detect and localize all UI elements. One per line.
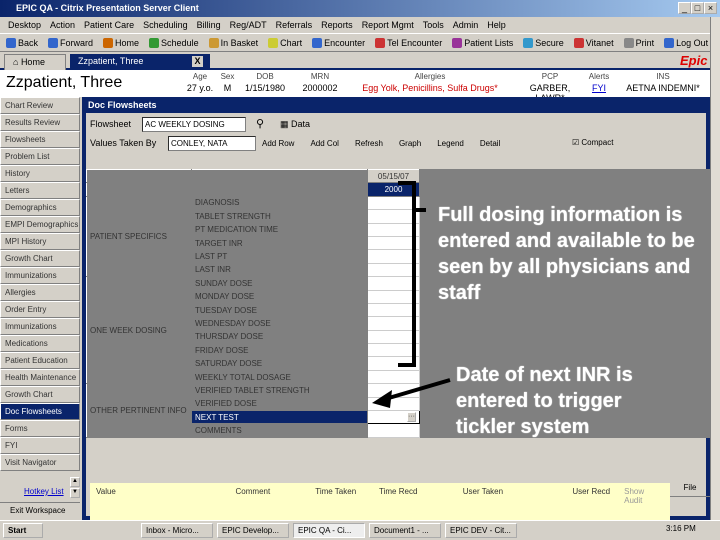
taskbar-item[interactable]: Document1 - ... (369, 523, 441, 538)
taskbar: Start Inbox - Micro... EPIC Develop... EPI… (0, 520, 720, 540)
bracket-marker (398, 181, 416, 367)
start-button[interactable]: Start (3, 523, 43, 538)
quick-launch (47, 523, 137, 538)
arrow-head (372, 390, 392, 408)
taskbar-item[interactable]: EPIC QA - Ci... (293, 523, 365, 538)
annotation-dosing: Full dosing information is entered and a… (438, 204, 695, 304)
taskbar-item[interactable]: EPIC Develop... (217, 523, 289, 538)
start-label: Start (8, 526, 27, 535)
annotation-next-inr: Date of next INR is entered to trigger t… (456, 364, 633, 438)
clock: 3:16 PM (666, 524, 696, 533)
taskbar-item[interactable]: EPIC DEV - Cit... (445, 523, 517, 538)
taskbar-item[interactable]: Inbox - Micro... (141, 523, 213, 538)
arrow-line (381, 378, 451, 402)
